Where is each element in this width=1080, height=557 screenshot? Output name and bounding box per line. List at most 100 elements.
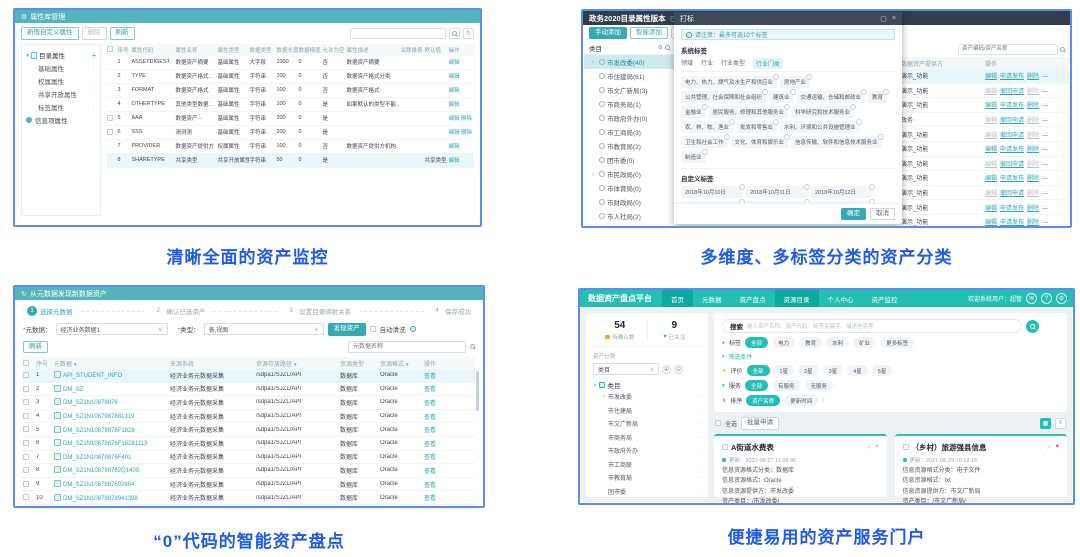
more-link[interactable]: …	[1042, 173, 1048, 182]
row-checkbox[interactable]	[23, 494, 29, 500]
filter-icon[interactable]: ▼	[405, 362, 409, 367]
rating-pill[interactable]: 1星	[774, 365, 795, 376]
delete-link[interactable]: 删除	[1027, 188, 1039, 197]
edit-link[interactable]: 编辑	[985, 100, 997, 109]
org-tree-item[interactable]: › 市民政局(0)	[584, 167, 675, 181]
org-tree-item[interactable]: 市文广新局(3)	[584, 83, 675, 97]
help-icon[interactable]: ?	[1041, 293, 1052, 304]
metadata-link[interactable]: DM_SZ1N10879876F1828	[63, 428, 135, 434]
rating-pill[interactable]: 5星	[872, 365, 893, 376]
tag-chip[interactable]: 水利、环境和公共设施管理业	[780, 121, 860, 133]
nav-item[interactable]: 首页	[662, 290, 693, 307]
publish-withdraw-link[interactable]: 申请发布	[1000, 173, 1024, 182]
tag-tab[interactable]: 行业类型	[721, 58, 745, 69]
publish-withdraw-link[interactable]: 申请发布	[1000, 71, 1024, 80]
tag-chip[interactable]: 公共管理、社会保障和社会组织	[681, 91, 766, 103]
table-row[interactable]: 演示_功能 编辑 申请发布 删除 …	[897, 98, 1069, 113]
publish-withdraw-link[interactable]: 撤回申请	[1000, 159, 1024, 168]
view-link[interactable]: 查看	[424, 442, 436, 448]
table-row[interactable]: 7 DM_SZ1N10879876F401 经济业务元数据采集 /sdpa1/S…	[23, 451, 475, 465]
nav-item[interactable]: 资产监控	[863, 290, 907, 307]
tag-tab[interactable]: 领域	[681, 58, 693, 69]
org-tree-item[interactable]: 市住建局(61)	[584, 69, 675, 83]
tag-chip[interactable]: 科学研究和技术服务业	[791, 106, 854, 118]
edit-link[interactable]: 编辑	[985, 86, 997, 95]
discover-assets-button[interactable]: 发现资产	[328, 323, 366, 336]
type-select[interactable]: 表,视图∨	[204, 323, 324, 335]
row-checkbox[interactable]	[23, 426, 29, 432]
metadata-link[interactable]: DM_SZ1N1087987881319	[63, 414, 134, 420]
org-tree-item[interactable]: 市人社局(2)	[584, 209, 675, 223]
view-link[interactable]: 查看	[424, 428, 436, 434]
more-link[interactable]: …	[1042, 159, 1048, 168]
table-row[interactable]: 7 PROVIDER 数据资产提供方 权属属性 字符串 100 0 否 数据资产…	[107, 140, 474, 154]
category-tree-item[interactable]: 团市委 ⋯	[593, 485, 701, 499]
tag-chip[interactable]: 交通运输、仓储和邮政业	[797, 91, 866, 103]
more-link[interactable]: …	[1042, 71, 1048, 80]
manual-add-button[interactable]: 手动添加	[589, 27, 627, 40]
org-tree-item[interactable]: 市工商局(3)	[584, 125, 675, 139]
org-tree-item[interactable]: 市体育局(0)	[584, 181, 675, 195]
table-row[interactable]: 10 DM_SZ1N10879878941398 经济业务元数据采集 /sdpa…	[23, 491, 475, 505]
table-row[interactable]: 8 SHARETYPE 共享类型 共享开放属性 字符串 50 0 是 共享类型 …	[107, 154, 474, 168]
tag-tab[interactable]: 行业	[701, 58, 713, 69]
favorite-icon[interactable]: ♥	[875, 444, 879, 450]
help-icon[interactable]: ?	[410, 326, 416, 332]
table-row[interactable]: 4 OTHERTYPE 其他类型数据… 基础属性 字符串 100 0 是 如果默…	[107, 98, 474, 112]
refresh-button[interactable]: 刷新	[23, 341, 48, 354]
grid-view-toggle[interactable]: ▦	[1040, 418, 1051, 429]
table-row[interactable]: 3 FORMAT 数据资产格式 基础属性 字符串 100 0 否 数据资产格式 …	[107, 84, 474, 98]
category-tree-item[interactable]: 市工商联 ⋯	[593, 458, 701, 472]
more-link[interactable]: …	[1042, 203, 1048, 212]
search-icon[interactable]	[665, 45, 670, 50]
filter-conditions-toggle[interactable]: 筛选条件	[729, 352, 753, 361]
message-icon[interactable]: ✉	[1026, 293, 1037, 304]
metadata-link[interactable]: API_STUDENT_INFO	[63, 373, 122, 379]
tag-chip[interactable]: 电力、热力、燃气及水生产和供应业	[681, 76, 777, 88]
metadata-link[interactable]: DM_SZ	[63, 387, 83, 393]
edit-link[interactable]: 编辑	[448, 102, 459, 108]
date-tag-chip[interactable]: 2018年10月11日	[746, 186, 808, 198]
row-checkbox[interactable]	[23, 454, 29, 460]
org-tree-item[interactable]: 团市委(0)	[584, 153, 675, 167]
more-link[interactable]: …	[1042, 100, 1048, 109]
metadata-link[interactable]: DM_SZ1N10879876	[63, 400, 118, 406]
publish-withdraw-link[interactable]: 申请发布	[1000, 203, 1024, 212]
tag-chip[interactable]: 建筑业	[769, 91, 794, 103]
delete-link[interactable]: 删除	[461, 116, 472, 122]
table-row[interactable]: 政务 编辑 撤回申请 删除 …	[897, 113, 1069, 128]
tag-chip[interactable]: 农、林、牧、渔业	[681, 121, 733, 133]
table-row[interactable]: 3 DM_SZ1N10879876 经济业务元数据采集 /sdpa1/SJZL/…	[23, 396, 475, 410]
tag-filter-pill[interactable]: 更多标签	[880, 337, 914, 348]
add-icon[interactable]: +	[92, 51, 97, 60]
edit-link[interactable]: 编辑	[448, 60, 459, 66]
publish-withdraw-link[interactable]: 撤回申请	[1000, 115, 1024, 124]
edit-link[interactable]: 编辑	[448, 116, 459, 122]
tag-chip[interactable]: 居民服务、修理和其他服务业	[709, 106, 789, 118]
table-row[interactable]: 演示_功能 编辑 申请发布 删除 …	[897, 171, 1069, 186]
delete-link[interactable]: 删除	[1027, 144, 1039, 153]
edit-link[interactable]: 编辑	[448, 158, 459, 164]
metadata-link[interactable]: DM_SZ1N1087987602864	[63, 482, 134, 488]
publish-withdraw-link[interactable]: 申请发布	[1000, 100, 1024, 109]
service-pill[interactable]: 有服务	[772, 380, 801, 391]
portal-search-input[interactable]: 搜索 输入资产名称、资产代码、标签关键字、描述信息等	[722, 319, 1022, 333]
metadata-search-input[interactable]	[348, 341, 466, 353]
more-icon[interactable]: ⋮	[90, 78, 96, 85]
table-row[interactable]: 演示_功能 编辑 申请发布 删除 …	[897, 200, 1069, 215]
maximize-icon[interactable]: ▢	[880, 15, 887, 23]
publish-withdraw-link[interactable]: 撤回申请	[1000, 188, 1024, 197]
stat-followed[interactable]: 9 ♥已关注	[647, 320, 702, 341]
card-checkbox[interactable]	[903, 444, 909, 450]
table-row[interactable]: 2 TYPE 数据资产格式… 基础属性 字符串 100 0 否 数据资产格式分类…	[107, 70, 474, 84]
cancel-button[interactable]: 取消	[870, 208, 895, 221]
scrollbar-thumb[interactable]	[476, 371, 479, 411]
tag-chip[interactable]: 房地产业	[780, 76, 810, 88]
publish-withdraw-link[interactable]: 申请发布	[1000, 144, 1024, 153]
tag-filter-pill[interactable]: 教育	[799, 337, 822, 348]
table-row[interactable]: 6 DM_SZ1N10879876F18281113 经济业务元数据采集 /sd…	[23, 437, 475, 451]
step-3[interactable]: 3设置目录映射关系	[286, 306, 351, 316]
search-icon-button[interactable]	[449, 28, 460, 39]
table-row[interactable]: 5 DM_SZ1N10879876F1828 经济业务元数据采集 /sdpa1/…	[23, 423, 475, 437]
date-tag-chip[interactable]: 2018年10月14日	[746, 201, 808, 203]
